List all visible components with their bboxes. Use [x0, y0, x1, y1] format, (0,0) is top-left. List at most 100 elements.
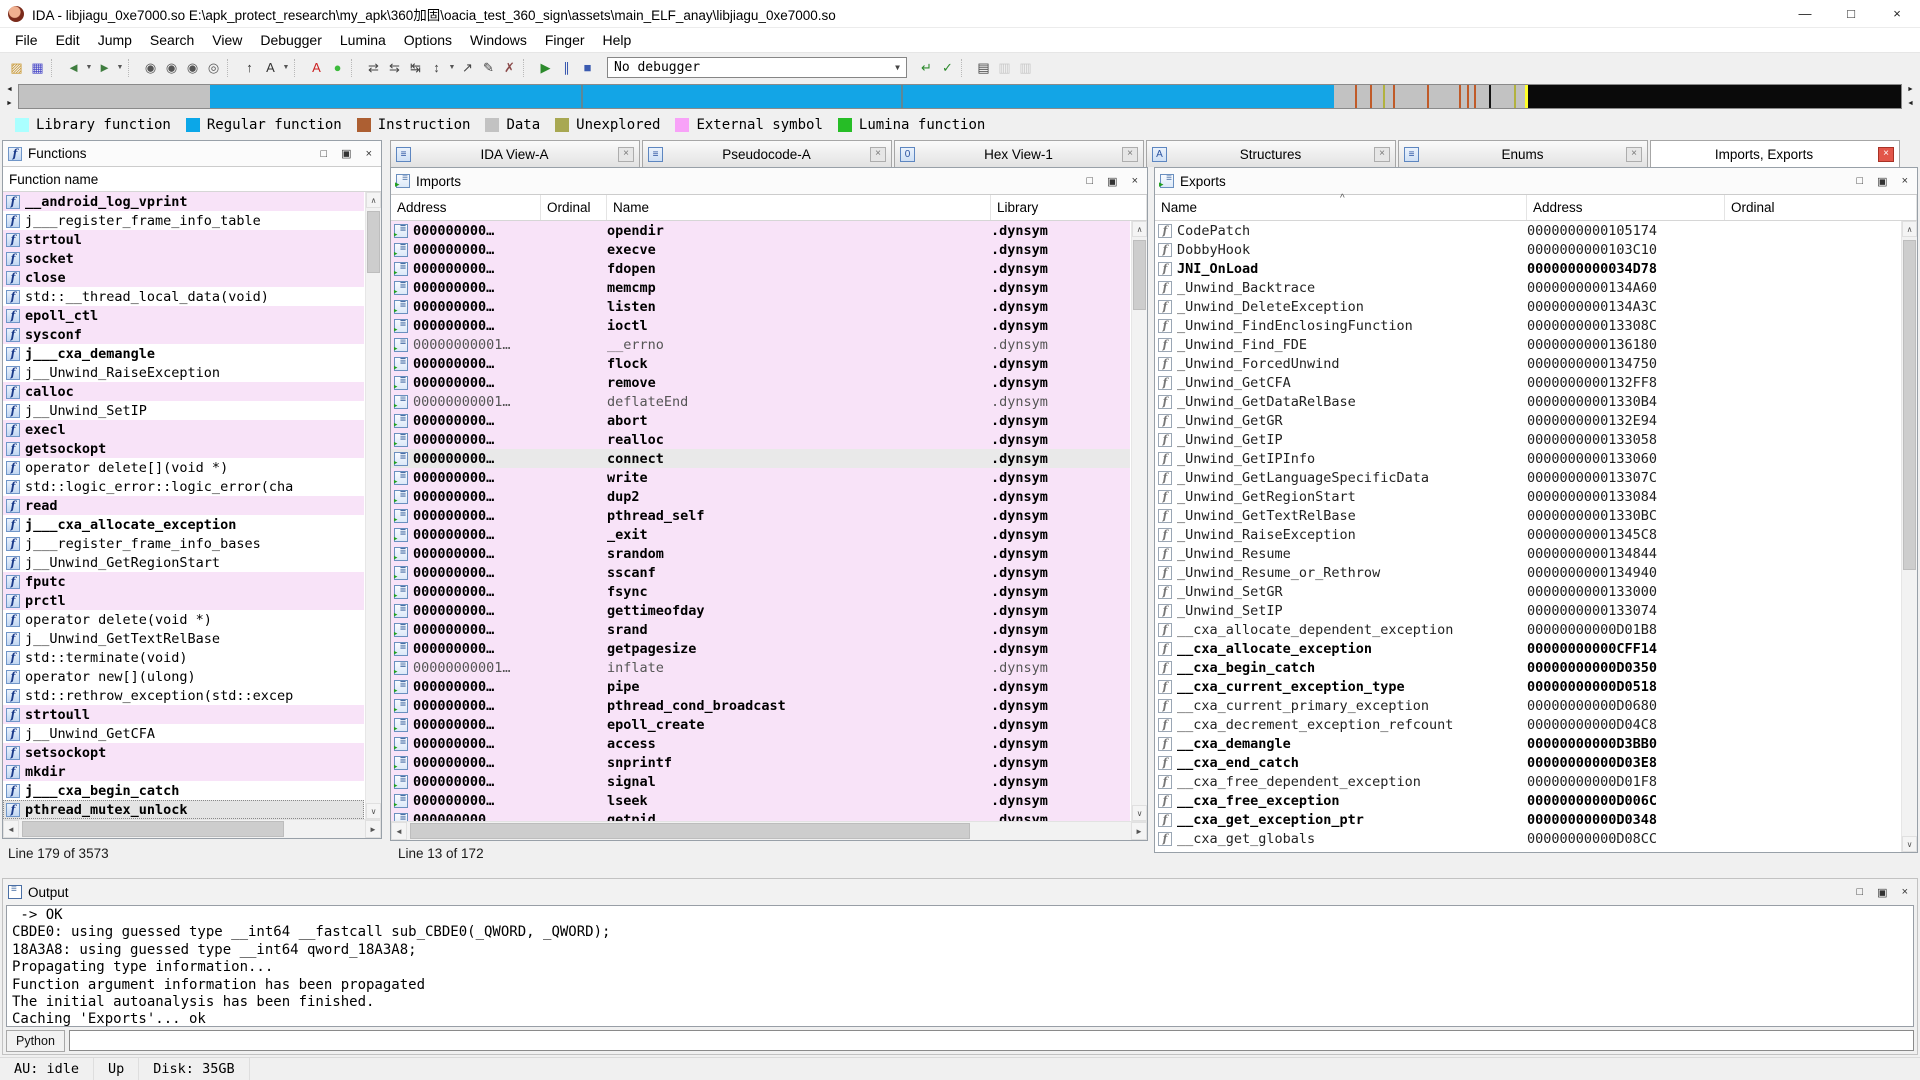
export-row[interactable]: f_Unwind_GetCFA 0000000000132FF8: [1155, 373, 1900, 392]
scrollbar-thumb[interactable]: [1133, 240, 1146, 310]
function-row[interactable]: f read: [3, 496, 364, 515]
edit-function-button[interactable]: ↗: [457, 57, 478, 78]
panel-float-button[interactable]: ▣: [1103, 175, 1121, 188]
function-row[interactable]: f pthread_mutex_unlock: [3, 800, 364, 819]
toolbar-separator[interactable]: [351, 59, 360, 77]
functions-vertical-scrollbar[interactable]: ∧ ∨: [365, 192, 381, 819]
import-row[interactable]: 000000000… memcmp .dynsym: [391, 278, 1130, 297]
navband-scroll-left-button[interactable]: ◄: [1904, 99, 1917, 108]
panel-maximize-button[interactable]: □: [1853, 175, 1868, 187]
debugger-windows-icon[interactable]: ▤: [973, 57, 994, 78]
toolbar-separator[interactable]: [523, 59, 532, 77]
export-row[interactable]: f_Unwind_GetRegionStart 0000000000133084: [1155, 487, 1900, 506]
scrollbar-thumb[interactable]: [410, 823, 970, 839]
function-row[interactable]: f j__Unwind_SetIP: [3, 401, 364, 420]
exports-vertical-scrollbar[interactable]: ∧ ∨: [1901, 221, 1917, 852]
panel-close-button[interactable]: ×: [1898, 175, 1912, 187]
navigate-forward-button[interactable]: ►: [94, 57, 115, 78]
import-row[interactable]: 00000000001… deflateEnd .dynsym: [391, 392, 1130, 411]
export-row[interactable]: f_Unwind_GetDataRelBase 00000000001330B4: [1155, 392, 1900, 411]
imports-vertical-scrollbar[interactable]: ∧ ∨: [1131, 221, 1147, 821]
export-row[interactable]: f_Unwind_Resume 0000000000134844: [1155, 544, 1900, 563]
import-row[interactable]: 000000000… write .dynsym: [391, 468, 1130, 487]
import-row[interactable]: 000000000… flock .dynsym: [391, 354, 1130, 373]
export-row[interactable]: f_Unwind_DeleteException 0000000000134A3…: [1155, 297, 1900, 316]
search-binary-button[interactable]: ◉: [140, 57, 161, 78]
panel-maximize-button[interactable]: □: [1083, 175, 1098, 187]
column-address[interactable]: Address: [391, 195, 541, 220]
tracing-options-icon[interactable]: ▥: [1015, 57, 1036, 78]
scroll-left-button[interactable]: ◄: [3, 820, 19, 838]
scrollbar-thumb[interactable]: [1903, 240, 1916, 570]
import-row[interactable]: 000000000… epoll_create .dynsym: [391, 715, 1130, 734]
add-code-xref-button[interactable]: ⇄: [363, 57, 384, 78]
scrollbar-thumb[interactable]: [22, 821, 284, 837]
export-row[interactable]: f__cxa_decrement_exception_refcount 0000…: [1155, 715, 1900, 734]
export-row[interactable]: f__cxa_get_exception_ptr 00000000000D034…: [1155, 810, 1900, 829]
output-log[interactable]: -> OKCBDE0: using guessed type __int64 _…: [6, 905, 1914, 1027]
navigate-back-button[interactable]: ◄: [63, 57, 84, 78]
export-row[interactable]: f__cxa_begin_catch 00000000000D0350: [1155, 658, 1900, 677]
menu-item[interactable]: Search: [141, 30, 203, 50]
scroll-down-button[interactable]: ∨: [1902, 836, 1917, 852]
open-file-button[interactable]: ▨: [6, 57, 27, 78]
menu-item[interactable]: Edit: [47, 30, 89, 50]
export-row[interactable]: f_Unwind_SetGR 0000000000133000: [1155, 582, 1900, 601]
panel-close-button[interactable]: ×: [1898, 886, 1912, 898]
tab-imports-exports[interactable]: Imports, Exports ×: [1650, 140, 1900, 167]
tab-close-button[interactable]: ×: [1374, 147, 1390, 162]
toolbar-separator[interactable]: [294, 59, 303, 77]
function-row[interactable]: f j__Unwind_GetRegionStart: [3, 553, 364, 572]
panel-float-button[interactable]: ▣: [337, 147, 355, 160]
function-row[interactable]: f setsockopt: [3, 743, 364, 762]
import-row[interactable]: 00000000001… __errno .dynsym: [391, 335, 1130, 354]
export-row[interactable]: f_Unwind_GetIPInfo 0000000000133060: [1155, 449, 1900, 468]
rename-button[interactable]: ✎: [478, 57, 499, 78]
add-data-xref-button[interactable]: ⇆: [384, 57, 405, 78]
lumina-pull-button[interactable]: ●: [327, 57, 348, 78]
import-row[interactable]: 000000000… abort .dynsym: [391, 411, 1130, 430]
function-row[interactable]: f prctl: [3, 591, 364, 610]
function-row[interactable]: f operator new[](ulong): [3, 667, 364, 686]
import-row[interactable]: 000000000… connect .dynsym: [391, 449, 1130, 468]
debugger-start-button[interactable]: ▶: [535, 57, 556, 78]
navigation-band[interactable]: [18, 84, 1902, 109]
import-row[interactable]: 000000000… pthread_cond_broadcast .dynsy…: [391, 696, 1130, 715]
toolbar-separator[interactable]: [51, 59, 60, 77]
function-row[interactable]: f __android_log_vprint: [3, 192, 364, 211]
export-row[interactable]: f_Unwind_FindEnclosingFunction 000000000…: [1155, 316, 1900, 335]
back-history-dropdown[interactable]: ▼: [84, 57, 94, 78]
import-row[interactable]: 000000000… access .dynsym: [391, 734, 1130, 753]
import-row[interactable]: 000000000… ioctl .dynsym: [391, 316, 1130, 335]
search-again-button[interactable]: ◎: [203, 57, 224, 78]
panel-maximize-button[interactable]: □: [317, 148, 332, 160]
attach-to-process-icon[interactable]: ↵: [916, 57, 937, 78]
function-row[interactable]: f j__Unwind_GetTextRelBase: [3, 629, 364, 648]
menu-item[interactable]: Help: [594, 30, 641, 50]
function-row[interactable]: f std::logic_error::logic_error(cha: [3, 477, 364, 496]
function-row[interactable]: f j___cxa_demangle: [3, 344, 364, 363]
menu-item[interactable]: Finger: [536, 30, 594, 50]
export-row[interactable]: f__cxa_allocate_exception 00000000000CFF…: [1155, 639, 1900, 658]
strings-dropdown[interactable]: ▼: [281, 57, 291, 78]
import-row[interactable]: 000000000… realloc .dynsym: [391, 430, 1130, 449]
navband-scroll-right-button[interactable]: ►: [3, 99, 16, 108]
import-row[interactable]: 000000000… signal .dynsym: [391, 772, 1130, 791]
function-row[interactable]: f calloc: [3, 382, 364, 401]
tab-close-button[interactable]: ×: [870, 147, 886, 162]
function-row[interactable]: f j___register_frame_info_bases: [3, 534, 364, 553]
import-row[interactable]: 000000000… lseek .dynsym: [391, 791, 1130, 810]
function-row[interactable]: f strtoull: [3, 705, 364, 724]
scroll-up-button[interactable]: ∧: [1902, 221, 1917, 237]
menu-item[interactable]: File: [6, 30, 47, 50]
import-row[interactable]: 000000000… gettimeofday .dynsym: [391, 601, 1130, 620]
menu-item[interactable]: Windows: [461, 30, 536, 50]
function-row[interactable]: f execl: [3, 420, 364, 439]
tab-close-button[interactable]: ×: [618, 147, 634, 162]
function-row[interactable]: f operator delete(void *): [3, 610, 364, 629]
strings-window-button[interactable]: A: [260, 57, 281, 78]
import-row[interactable]: 000000000… remove .dynsym: [391, 373, 1130, 392]
patch-bytes-button[interactable]: ↹: [405, 57, 426, 78]
import-row[interactable]: 000000000… fdopen .dynsym: [391, 259, 1130, 278]
export-row[interactable]: f_Unwind_Find_FDE 0000000000136180: [1155, 335, 1900, 354]
